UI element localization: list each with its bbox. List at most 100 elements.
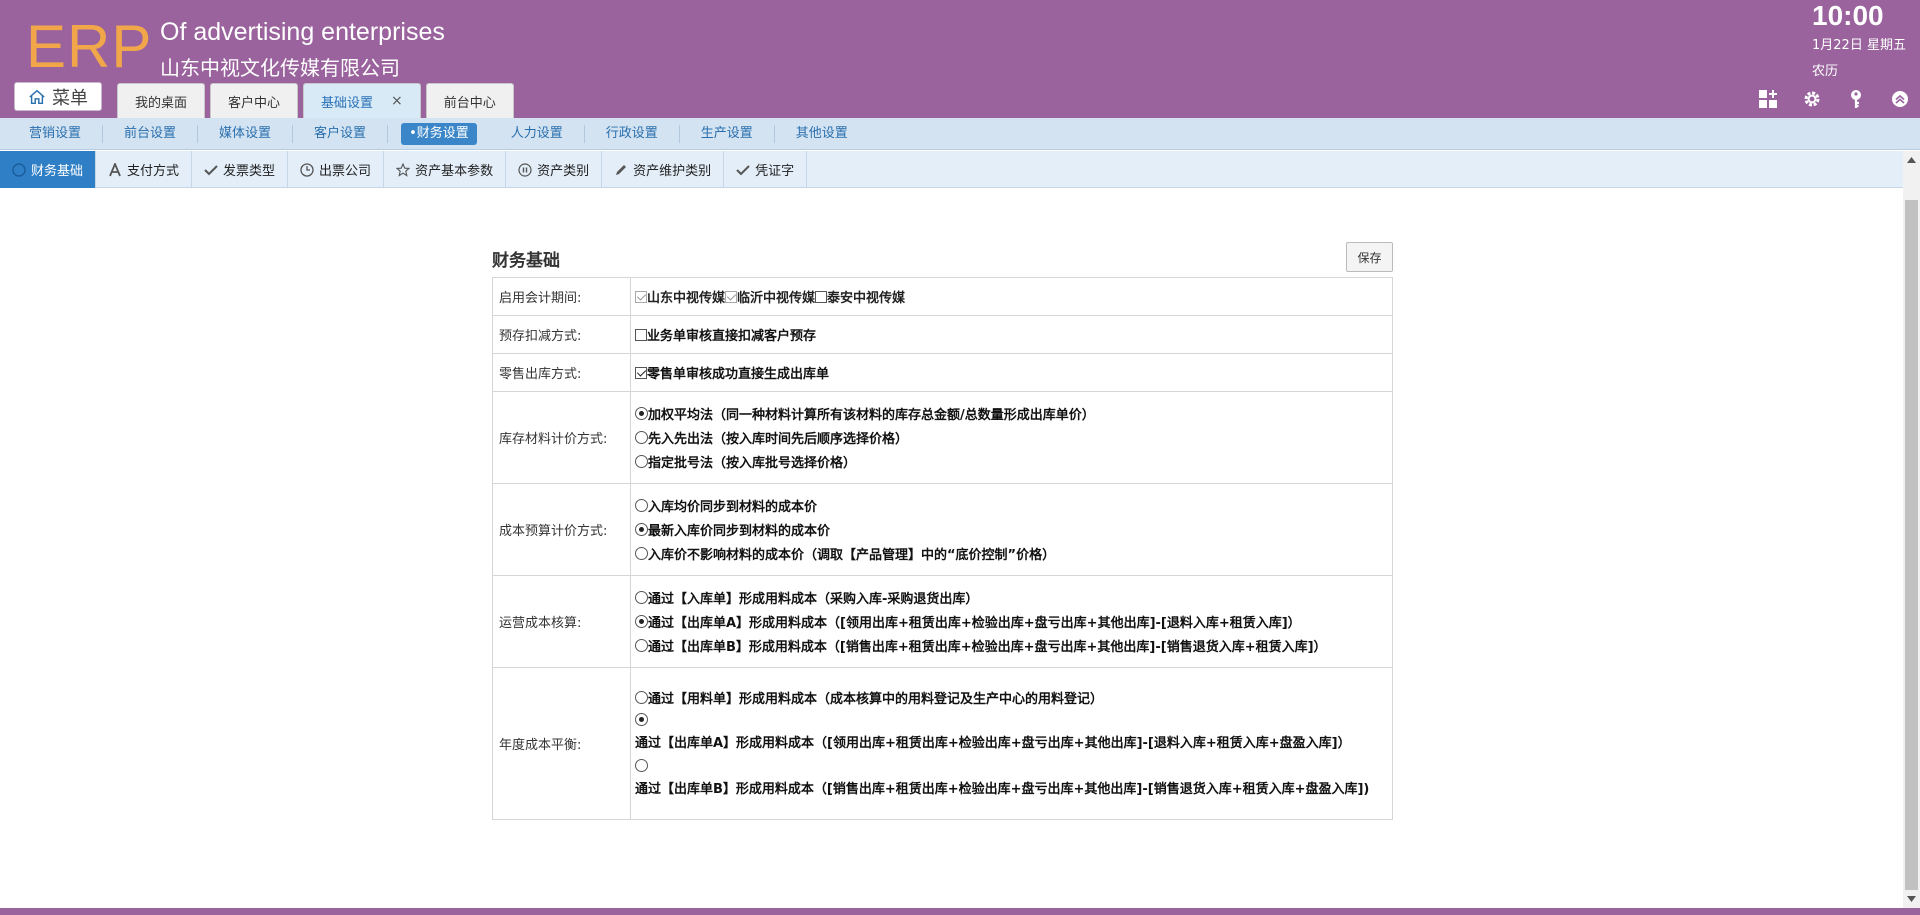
tab-label: 前台中心 — [443, 95, 496, 111]
radio-option[interactable]: 通过【出库单B】形成用料成本（[销售出库+租赁出库+检验出库+盘亏出库+其他出库… — [635, 635, 1388, 656]
gear-icon[interactable] — [1801, 88, 1823, 110]
radio-option[interactable]: 先入先出法（按入库时间先后顺序选择价格） — [635, 427, 1388, 448]
nav-hr-settings[interactable]: 人力设置 — [490, 124, 585, 143]
clock-time: 10:00 — [1812, 0, 1884, 31]
row-accounting-period: 启用会计期间: 山东中视传媒 临沂中视传媒 泰安中视传媒 — [492, 277, 1393, 316]
checkbox-retail-outbound[interactable] — [635, 366, 647, 379]
font-icon — [109, 162, 121, 176]
radio-option[interactable]: 通过【入库单】形成用料成本（采购入库-采购退货出库） — [635, 587, 1388, 608]
radio-weighted-average[interactable] — [635, 407, 648, 420]
radio-annual-outbound-b[interactable] — [635, 759, 648, 772]
radio-annual-outbound-a[interactable] — [635, 713, 648, 726]
field-label: 成本预算计价方式: — [492, 483, 631, 576]
checkbox-period-linyi[interactable] — [725, 290, 738, 303]
option-label: 最新入库价同步到材料的成本价 — [648, 524, 831, 539]
clock-date: 1月22日 星期五 — [1812, 38, 1906, 53]
option-label: 通过【出库单B】形成用料成本（[销售出库+租赁出库+检验出库+盘亏出库+其他出库… — [648, 640, 1327, 655]
radio-batch-number[interactable] — [635, 455, 648, 468]
radio-inbound-order[interactable] — [635, 591, 648, 604]
nav-production-settings[interactable]: 生产设置 — [680, 124, 775, 143]
finance-settings-form: 启用会计期间: 山东中视传媒 临沂中视传媒 泰安中视传媒 预存扣减方式: 业务单… — [492, 277, 1393, 820]
radio-option[interactable]: 最新入库价同步到材料的成本价 — [635, 519, 1388, 540]
field-value: 入库均价同步到材料的成本价 最新入库价同步到材料的成本价 入库价不影响材料的成本… — [630, 483, 1393, 576]
tab-front-center[interactable]: 前台中心 — [425, 83, 514, 118]
nav-other-settings[interactable]: 其他设置 — [775, 125, 869, 143]
scroll-down-arrow-icon[interactable] — [1903, 890, 1920, 907]
check-icon — [204, 164, 218, 175]
field-value: 业务单审核直接扣减客户预存 — [630, 315, 1393, 354]
collapse-icon[interactable] — [1889, 88, 1911, 110]
subtab-label: 资产类别 — [537, 164, 590, 179]
radio-fifo[interactable] — [635, 431, 648, 444]
field-label: 预存扣减方式: — [492, 315, 631, 354]
radio-option[interactable]: 通过【出库单A】形成用料成本（[领用出库+租赁出库+检验出库+盘亏出库+其他出库… — [635, 611, 1388, 632]
option-label: 业务单审核直接扣减客户预存 — [647, 329, 817, 344]
field-value: 山东中视传媒 临沂中视传媒 泰安中视传媒 — [630, 277, 1393, 316]
checkbox-period-taian[interactable] — [815, 290, 828, 303]
field-value: 加权平均法（同一种材料计算所有该材料的库存总金额/总数量形成出库单价） 先入先出… — [630, 391, 1393, 484]
radio-latest-inbound-price[interactable] — [635, 523, 648, 536]
field-label: 零售出库方式: — [492, 353, 631, 392]
key-icon[interactable] — [1845, 88, 1867, 110]
option-label: 通过【入库单】形成用料成本（采购入库-采购退货出库） — [648, 592, 979, 607]
subtab-asset-maintenance-categories[interactable]: 资产维护类别 — [602, 151, 725, 188]
app-header: ERP Of advertising enterprises 山东中视文化传媒有… — [0, 0, 1920, 118]
subtab-label: 财务基础 — [31, 164, 84, 179]
tab-customer-center[interactable]: 客户中心 — [210, 83, 299, 118]
scrollbar-thumb[interactable] — [1905, 200, 1918, 890]
nav-front-settings[interactable]: 前台设置 — [103, 124, 199, 143]
subtab-asset-categories[interactable]: 资产类别 — [506, 151, 603, 188]
subtab-label: 凭证字 — [755, 164, 795, 179]
radio-option[interactable]: 通过【出库单B】形成用料成本（[销售出库+租赁出库+检验出库+盘亏出库+其他出库… — [635, 757, 1388, 800]
clock-icon — [300, 162, 314, 177]
subtab-label: 资产维护类别 — [633, 164, 712, 179]
subtab-invoice-types[interactable]: 发票类型 — [192, 151, 289, 188]
tab-label: 客户中心 — [228, 95, 281, 111]
top-tab-bar: 我的桌面 客户中心 基础设置 × 前台中心 — [117, 83, 514, 118]
checkbox-period-shandong[interactable] — [635, 290, 647, 303]
header-toolbar — [1757, 88, 1911, 110]
subtab-finance-basics[interactable]: 财务基础 — [0, 151, 97, 188]
subtab-invoicing-company[interactable]: 出票公司 — [288, 151, 385, 188]
main-menu-button[interactable]: 菜单 — [14, 82, 102, 111]
field-label: 启用会计期间: — [492, 277, 631, 316]
save-button[interactable]: 保存 — [1346, 242, 1393, 272]
tab-my-desktop[interactable]: 我的桌面 — [117, 83, 206, 118]
scroll-up-arrow-icon[interactable] — [1903, 151, 1920, 168]
page-title: 财务基础 — [492, 251, 560, 271]
radio-no-effect-price[interactable] — [635, 547, 648, 560]
radio-option[interactable]: 指定批号法（按入库批号选择价格） — [635, 451, 1388, 472]
radio-material-usage-order[interactable] — [635, 691, 648, 704]
radio-option[interactable]: 入库价不影响材料的成本价（调取【产品管理】中的“底价控制”价格） — [635, 543, 1388, 564]
nav-finance-settings[interactable]: •财务设置 — [401, 122, 477, 145]
nav-media-settings[interactable]: 媒体设置 — [198, 124, 294, 143]
lunar-calendar-link[interactable]: 农历 — [1812, 60, 1838, 79]
row-prestore-deduction: 预存扣减方式: 业务单审核直接扣减客户预存 — [492, 315, 1393, 354]
subtab-label: 支付方式 — [127, 164, 180, 179]
radio-option[interactable]: 通过【出库单A】形成用料成本（[领用出库+租赁出库+检验出库+盘亏出库+其他出库… — [635, 711, 1388, 754]
close-icon[interactable]: × — [391, 93, 403, 109]
nav-customer-settings[interactable]: 客户设置 — [293, 124, 389, 143]
option-label: 入库均价同步到材料的成本价 — [648, 500, 818, 515]
finance-sub-nav: 财务基础 支付方式 发票类型 出票公司 资产基本参数 资产类别 资产维护类别 凭… — [0, 151, 1903, 188]
main-menu-label: 菜单 — [52, 87, 88, 109]
checkbox-prestore-deduct[interactable] — [635, 328, 647, 341]
apps-icon[interactable] — [1757, 88, 1779, 110]
option-label: 临沂中视传媒 — [737, 291, 816, 306]
tab-basic-settings[interactable]: 基础设置 × — [303, 83, 421, 118]
subtab-voucher-words[interactable]: 凭证字 — [724, 151, 808, 188]
pause-icon — [518, 162, 532, 177]
option-label: 加权平均法（同一种材料计算所有该材料的库存总金额/总数量形成出库单价） — [648, 408, 1095, 423]
radio-option[interactable]: 加权平均法（同一种材料计算所有该材料的库存总金额/总数量形成出库单价） — [635, 403, 1388, 424]
radio-option[interactable]: 通过【用料单】形成用料成本（成本核算中的用料登记及生产中心的用料登记） — [635, 687, 1388, 708]
radio-option[interactable]: 入库均价同步到材料的成本价 — [635, 495, 1388, 516]
subtab-asset-basic-params[interactable]: 资产基本参数 — [384, 151, 507, 188]
row-annual-cost-balance: 年度成本平衡: 通过【用料单】形成用料成本（成本核算中的用料登记及生产中心的用料… — [492, 667, 1393, 820]
radio-outbound-order-a[interactable] — [635, 615, 648, 628]
subtab-payment-methods[interactable]: 支付方式 — [96, 151, 193, 188]
radio-outbound-order-b[interactable] — [635, 639, 648, 652]
radio-avg-inbound-price[interactable] — [635, 499, 648, 512]
company-name-cn: 山东中视文化传媒有限公司 — [160, 56, 400, 80]
nav-admin-settings[interactable]: 行政设置 — [585, 124, 680, 143]
nav-marketing-settings[interactable]: 营销设置 — [8, 124, 104, 143]
